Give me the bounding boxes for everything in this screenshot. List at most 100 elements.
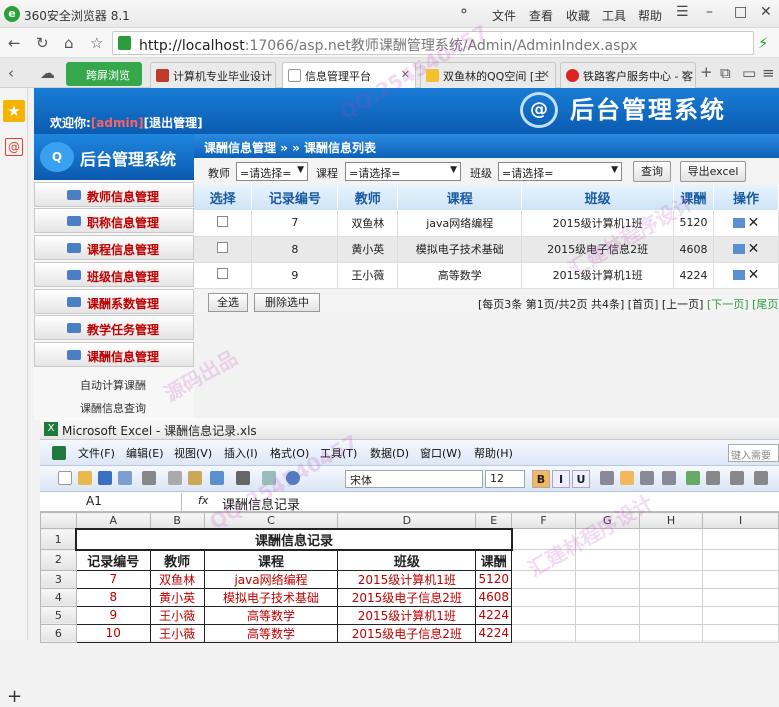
menu-coefficient[interactable]: 课酬系数管理 — [34, 289, 194, 314]
delete-selected-button[interactable]: 删除选中 — [254, 293, 320, 312]
row-checkbox[interactable] — [217, 215, 229, 227]
edit-icon[interactable] — [732, 270, 745, 280]
percent-icon[interactable] — [706, 471, 720, 485]
menu-class[interactable]: 班级信息管理 — [34, 262, 194, 287]
menu-tools[interactable]: 工具 — [602, 7, 626, 24]
xl-menu-edit[interactable]: 编辑(E) — [126, 445, 164, 461]
menu-title[interactable]: 职称信息管理 — [34, 208, 194, 233]
menu-teacher[interactable]: 教师信息管理 — [34, 182, 194, 207]
format-painter-icon[interactable] — [188, 471, 202, 485]
xl-menu-format[interactable]: 格式(O) — [270, 445, 309, 461]
delete-icon[interactable]: ✕ — [748, 241, 760, 257]
col-header[interactable]: G — [574, 512, 640, 529]
sheet-cell[interactable]: 4224 — [475, 623, 513, 643]
sheet-cell[interactable]: 模拟电子技术基础 — [203, 587, 339, 607]
sheet-cell[interactable]: 7 — [75, 569, 151, 589]
xl-menu-file[interactable]: 文件(F) — [78, 445, 115, 461]
tab-restore-icon[interactable]: ⧉ — [720, 64, 731, 82]
row-checkbox[interactable] — [217, 242, 229, 253]
tab-railway[interactable]: 铁路客户服务中心 - 客 ✕ — [560, 62, 696, 88]
sheet-cell[interactable]: 黄小英 — [149, 587, 205, 607]
tab-list-icon[interactable]: ▭ — [742, 64, 756, 82]
sheet-cell[interactable]: 4608 — [475, 587, 513, 607]
close-window-icon[interactable]: ✕ — [760, 4, 772, 20]
menu-favorites[interactable]: 收藏 — [566, 7, 590, 24]
comma-icon[interactable] — [730, 471, 744, 485]
close-tab-icon[interactable]: ✕ — [541, 68, 550, 81]
edit-icon[interactable] — [732, 217, 745, 228]
excel-doc-icon[interactable] — [52, 446, 66, 460]
col-header[interactable]: A — [75, 512, 151, 529]
sheet-cell[interactable]: 课酬 — [475, 549, 513, 571]
align-left-icon[interactable] — [600, 471, 614, 485]
edit-icon[interactable] — [732, 244, 745, 254]
xl-menu-window[interactable]: 窗口(W) — [420, 445, 461, 461]
submenu-auto-calc[interactable]: 自动计算课酬 — [80, 377, 146, 393]
favorites-star-icon[interactable]: ★ — [3, 100, 25, 122]
row-header[interactable]: 6 — [40, 623, 77, 643]
new-tab-icon[interactable]: + — [700, 63, 713, 81]
row-header[interactable]: 2 — [40, 549, 77, 571]
cut-icon[interactable] — [168, 471, 182, 485]
sheet-cell[interactable]: 4224 — [475, 605, 513, 625]
row-header[interactable]: 3 — [40, 569, 77, 589]
col-header[interactable]: C — [203, 512, 339, 529]
sheet-cell[interactable]: 10 — [75, 623, 151, 643]
decimal-icon[interactable] — [754, 471, 768, 485]
sheet-cell[interactable]: 双鱼林 — [149, 569, 205, 589]
sum-icon[interactable] — [236, 471, 250, 485]
merge-center-icon[interactable] — [662, 471, 676, 485]
sheet-title-cell[interactable]: 课酬信息记录 — [75, 527, 513, 551]
next-page-link[interactable]: [下一页] — [707, 298, 749, 311]
col-header[interactable]: B — [149, 512, 205, 529]
address-bar[interactable]: http://localhost:17066/asp.net教师课酬管理系统/A… — [112, 31, 754, 55]
cloud-icon[interactable]: ☁ — [40, 64, 55, 82]
xl-menu-tools[interactable]: 工具(T) — [320, 445, 357, 461]
sort-icon[interactable] — [262, 471, 276, 485]
undo-icon[interactable] — [210, 471, 224, 485]
delete-icon[interactable]: ✕ — [748, 267, 760, 283]
permission-icon[interactable] — [118, 471, 132, 485]
close-tab-icon[interactable]: ✕ — [401, 68, 410, 81]
row-checkbox[interactable] — [217, 268, 229, 279]
sheet-cell[interactable]: 5120 — [475, 569, 513, 589]
sheet-cell[interactable]: 9 — [75, 605, 151, 625]
menu-pay[interactable]: 课酬信息管理 — [34, 342, 194, 367]
row-header[interactable]: 5 — [40, 605, 77, 625]
align-center-icon[interactable] — [620, 471, 634, 485]
currency-icon[interactable] — [686, 471, 700, 485]
refresh-speed-icon[interactable]: ⚡ — [758, 34, 769, 52]
last-page-link[interactable]: [尾页] — [752, 298, 779, 311]
close-tab-icon[interactable]: ✕ — [681, 68, 690, 81]
sheet-cell[interactable]: 2015级计算机1班 — [337, 569, 477, 589]
sheet-cell[interactable]: 高等数学 — [203, 605, 339, 625]
print-icon[interactable] — [142, 471, 156, 485]
sheet-cell[interactable]: 王小薇 — [149, 623, 205, 643]
italic-button[interactable]: I — [552, 470, 570, 488]
row-header[interactable]: 4 — [40, 587, 77, 607]
xl-menu-insert[interactable]: 插入(I) — [224, 445, 258, 461]
select-all-button[interactable]: 全选 — [208, 293, 248, 312]
sheet-cell[interactable]: 8 — [75, 587, 151, 607]
back-icon[interactable]: ← — [8, 34, 21, 52]
xl-menu-data[interactable]: 数据(D) — [370, 445, 409, 461]
bold-button[interactable]: B — [532, 470, 550, 488]
formula-input[interactable]: 课酬信息记录 — [222, 494, 300, 513]
col-header[interactable]: D — [337, 512, 477, 529]
teacher-select[interactable]: =请选择= ▼ — [236, 162, 308, 181]
tab-scroll-left-icon[interactable]: ‹ — [8, 64, 14, 82]
submenu-pay-query[interactable]: 课酬信息查询 — [80, 400, 146, 416]
menu-file[interactable]: 文件 — [492, 7, 516, 24]
prev-page-link[interactable]: [上一页] — [662, 298, 704, 311]
account-icon[interactable]: ⚬ — [458, 4, 470, 20]
delete-icon[interactable]: ✕ — [748, 215, 760, 231]
reload-icon[interactable]: ↻ — [36, 34, 49, 52]
tab-qq-space[interactable]: 双鱼林的QQ空间 [主 ✕ — [420, 62, 556, 88]
email-at-icon[interactable]: @ — [5, 138, 23, 156]
sheet-cell[interactable]: 2015级电子信息2班 — [337, 587, 477, 607]
course-select[interactable]: =请选择= ▼ — [345, 162, 461, 181]
row-header[interactable]: 1 — [40, 528, 77, 550]
sheet-cell[interactable]: java网络编程 — [203, 569, 339, 589]
col-header[interactable]: F — [511, 512, 576, 529]
sheet-cell[interactable]: 课程 — [203, 549, 339, 571]
